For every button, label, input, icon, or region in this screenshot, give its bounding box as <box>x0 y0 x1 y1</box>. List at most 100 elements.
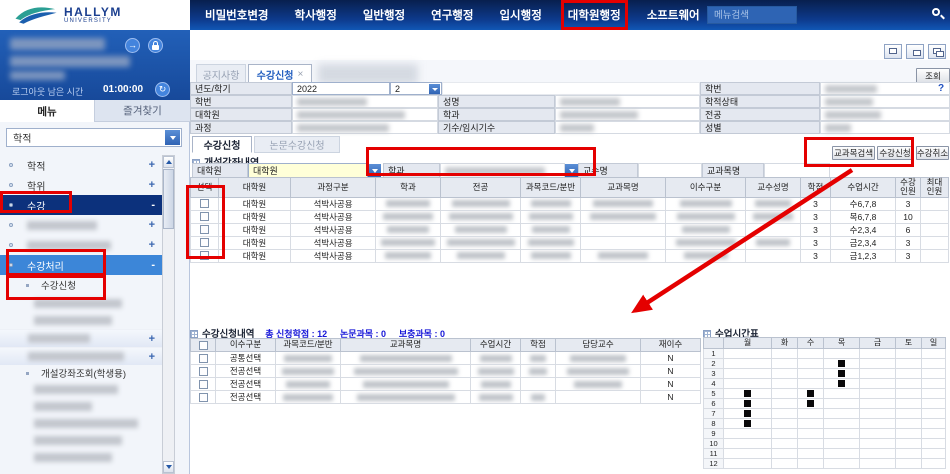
sidebar-item-redacted[interactable]: + <box>0 235 162 255</box>
sidebar-item-label: 학적 <box>27 158 45 173</box>
menu-search-input[interactable] <box>707 6 797 24</box>
nav-item-3[interactable]: 연구행정 <box>431 7 473 23</box>
search-icon[interactable] <box>931 7 945 21</box>
timetable-row: 3 <box>704 369 946 379</box>
nav-item-1[interactable]: 학사행정 <box>294 7 336 23</box>
checkbox[interactable] <box>199 393 208 402</box>
scrollbar-thumb[interactable] <box>163 169 174 229</box>
nav-item-6[interactable]: 소프트웨어 <box>647 7 700 23</box>
tab-menu[interactable]: 메뉴 <box>0 100 95 122</box>
timetable-cell <box>724 389 772 399</box>
sidebar-item-학위[interactable]: 학위+ <box>0 175 162 195</box>
sidebar-item-수강신청[interactable]: 수강신청 <box>0 275 162 295</box>
select-all-checkbox[interactable] <box>199 341 208 350</box>
column-header: 학과 <box>376 178 441 198</box>
tab-notice[interactable]: 공지사항 <box>196 64 246 84</box>
year-term-label: 년도/학기 <box>190 82 292 95</box>
menu-category-select[interactable]: 학적 <box>6 128 182 147</box>
cancel-register-button[interactable]: 수강취소 <box>916 146 949 160</box>
nav-item-2[interactable]: 일반행정 <box>363 7 405 23</box>
sidebar-item-개설강좌조회(학생용)[interactable]: 개설강좌조회(학생용) <box>0 365 162 381</box>
scroll-down-icon[interactable] <box>163 461 174 473</box>
sidebar-item-redacted[interactable] <box>0 415 162 432</box>
timetable-cell <box>824 369 860 379</box>
dept-label: 학과 <box>438 108 555 121</box>
timetable-cell <box>922 349 946 359</box>
collapse-icon[interactable]: - <box>151 199 155 211</box>
expand-icon[interactable]: + <box>149 239 155 251</box>
sidebar-item-redacted[interactable] <box>0 432 162 449</box>
nav-item-5[interactable]: 대학원행정 <box>568 7 621 23</box>
register-button[interactable]: 수강신청 <box>877 146 913 160</box>
logout-icon[interactable]: → <box>125 38 140 53</box>
expand-icon[interactable]: + <box>149 351 155 363</box>
timetable-cell <box>922 459 946 469</box>
restore-window-icon[interactable] <box>906 44 924 59</box>
collapse-icon[interactable]: - <box>151 259 155 271</box>
timetable-cell <box>724 449 772 459</box>
sidebar-item-redacted[interactable] <box>0 312 162 329</box>
sidebar-item-redacted[interactable] <box>0 381 162 398</box>
help-icon[interactable]: ? <box>938 83 944 94</box>
lock-icon[interactable] <box>148 38 163 53</box>
sidebar-item-redacted[interactable]: + <box>0 215 162 235</box>
subtab-course-registration[interactable]: 수강신청 <box>192 136 252 153</box>
tab-course-registration[interactable]: 수강신청 × <box>248 64 312 84</box>
occupied-slot <box>744 400 751 407</box>
checkbox[interactable] <box>199 354 208 363</box>
sidebar-item-redacted[interactable] <box>0 295 162 312</box>
checkbox[interactable] <box>200 225 209 234</box>
expand-icon[interactable]: + <box>149 219 155 231</box>
tab-favorites[interactable]: 즐겨찾기 <box>95 100 190 122</box>
form-spacer <box>442 82 700 95</box>
sidebar-item-redacted[interactable] <box>0 449 162 466</box>
expand-icon[interactable]: + <box>149 159 155 171</box>
checkbox[interactable] <box>199 367 208 376</box>
sidebar-scrollbar[interactable] <box>162 155 175 474</box>
term-select[interactable]: 2 <box>390 82 442 95</box>
dock-window-icon[interactable] <box>884 44 902 59</box>
timetable-cell <box>798 439 824 449</box>
column-header: 교수성명 <box>746 178 801 198</box>
checkbox[interactable] <box>200 212 209 221</box>
year-field[interactable]: 2022 <box>292 82 390 95</box>
sidebar-item-redacted[interactable] <box>0 398 162 415</box>
sidebar-item-수강처리[interactable]: 수강처리 - <box>0 255 162 275</box>
timetable-cell <box>860 389 896 399</box>
chevron-down-icon[interactable] <box>165 130 180 145</box>
query-button[interactable]: 조회 <box>916 68 950 83</box>
nav-item-0[interactable]: 비밀번호변경 <box>205 7 268 23</box>
sidebar-item-label: 수강처리 <box>27 258 64 273</box>
filter-dept-value[interactable] <box>440 163 565 178</box>
checkbox[interactable] <box>200 199 209 208</box>
chevron-down-icon[interactable] <box>368 164 381 177</box>
sidebar-item-학적[interactable]: 학적 + <box>0 155 162 175</box>
sidebar-item-수강[interactable]: 수강 - <box>0 195 162 215</box>
sidebar-item-redacted[interactable]: + <box>0 347 162 365</box>
checkbox[interactable] <box>199 380 208 389</box>
filter-course-input[interactable] <box>764 163 830 178</box>
subtab-thesis-registration[interactable]: 논문수강신청 <box>254 136 340 153</box>
expand-icon[interactable]: + <box>149 179 155 191</box>
timetable-cell <box>824 359 860 369</box>
checkbox[interactable] <box>200 238 209 247</box>
sidebar-item-redacted[interactable]: + <box>0 329 162 347</box>
chevron-down-icon[interactable] <box>429 84 440 94</box>
sidebar-item-label: 수강 <box>27 198 45 213</box>
scroll-up-icon[interactable] <box>163 156 174 168</box>
timetable-cell <box>772 389 798 399</box>
timetable-cell <box>896 439 922 449</box>
filter-grad-value[interactable]: 대학원 <box>248 163 368 178</box>
course-search-button[interactable]: 교과목검색 <box>832 146 875 160</box>
timetable-cell <box>824 439 860 449</box>
checkbox[interactable] <box>200 251 209 260</box>
chevron-down-icon[interactable] <box>565 164 578 177</box>
timetable-row: 4 <box>704 379 946 389</box>
refresh-timer-icon[interactable]: ↻ <box>155 82 170 97</box>
nav-item-4[interactable]: 입시행정 <box>499 7 541 23</box>
cascade-windows-icon[interactable] <box>928 44 946 59</box>
timetable-cell <box>922 439 946 449</box>
close-icon[interactable]: × <box>297 69 303 80</box>
expand-icon[interactable]: + <box>149 333 155 345</box>
filter-prof-input[interactable] <box>638 163 702 178</box>
